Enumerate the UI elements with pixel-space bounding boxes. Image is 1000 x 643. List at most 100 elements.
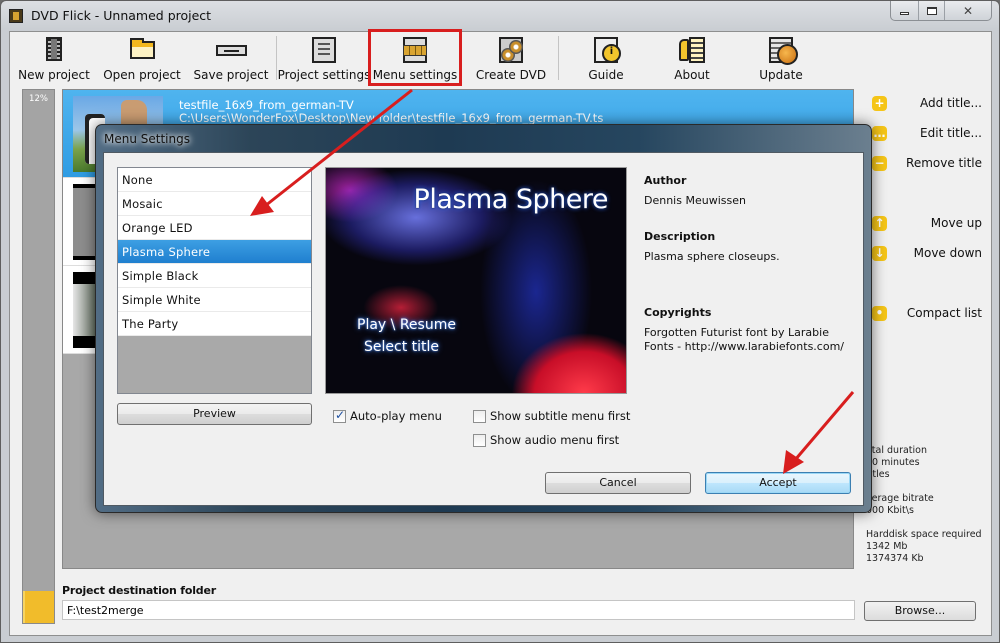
window-title: DVD Flick - Unnamed project (31, 8, 212, 23)
menu-item-simple-black[interactable]: Simple Black (118, 264, 311, 288)
about-icon (679, 37, 705, 63)
minimize-icon (900, 11, 909, 15)
close-icon: ✕ (962, 3, 974, 18)
add-title-button[interactable]: + Add title... (872, 93, 982, 113)
disk-kb: 1374374 Kb (866, 553, 924, 564)
guide-button[interactable]: Guide (580, 32, 632, 86)
menu-item-orange-led[interactable]: Orange LED (118, 216, 311, 240)
guide-label: Guide (588, 68, 624, 82)
progress-label: 12% (29, 94, 48, 104)
title-bar: DVD Flick - Unnamed project ✕ (1, 1, 999, 31)
copyrights-heading: Copyrights (644, 306, 712, 319)
window-controls: ✕ (890, 1, 992, 21)
add-title-label: Add title... (920, 96, 982, 110)
toolbar: New project Open project Save project Pr… (10, 29, 991, 86)
audio-first-checkbox[interactable]: Show audio menu first (473, 433, 619, 447)
new-project-label: New project (18, 68, 90, 82)
project-settings-button[interactable]: Project settings (278, 32, 370, 86)
menu-settings-button[interactable]: Menu settings (373, 32, 457, 86)
edit-icon: … (872, 125, 887, 141)
guide-icon (594, 37, 621, 63)
accept-button[interactable]: Accept (705, 472, 851, 494)
description-heading: Description (644, 230, 716, 243)
cancel-button[interactable]: Cancel (545, 472, 691, 494)
stats-disk: Harddisk space required 1342 Mb 1374374 … (866, 529, 982, 565)
folder-icon (130, 38, 155, 59)
menu-preview-image: Plasma Sphere Play \ Resume Select title (325, 167, 627, 394)
menu-item-none[interactable]: None (118, 168, 311, 192)
save-project-button[interactable]: Save project (193, 32, 269, 86)
destination-label: Project destination folder (62, 584, 216, 597)
author-section: Author Dennis Meuwissen (644, 174, 746, 208)
film-icon (46, 37, 62, 61)
move-down-button[interactable]: ↓ Move down (872, 243, 982, 263)
update-label: Update (759, 68, 803, 82)
maximize-button[interactable] (918, 1, 944, 20)
menu-settings-dialog: Menu Settings None Mosaic Orange LED Pla… (95, 124, 872, 513)
drive-icon (215, 45, 247, 56)
gears-icon (499, 37, 523, 63)
create-dvd-label: Create DVD (475, 68, 547, 82)
app-icon (9, 9, 23, 23)
move-up-button[interactable]: ↑ Move up (872, 213, 982, 233)
duration-label: otal duration (866, 445, 927, 456)
compact-icon: • (872, 305, 887, 321)
arrow-down-icon: ↓ (872, 245, 887, 261)
title-path: C:\Users\WonderFox\Desktop\New folder\te… (179, 111, 604, 125)
bitrate-value: 000 Kbit\s (866, 505, 914, 516)
subtitle-first-label: Show subtitle menu first (490, 409, 631, 423)
maximize-icon (926, 6, 937, 15)
menu-item-the-party[interactable]: The Party (118, 312, 311, 336)
disk-mb: 1342 Mb (866, 541, 908, 552)
autoplay-checkbox[interactable]: Auto-play menu (333, 408, 442, 423)
toolbar-separator (558, 36, 559, 80)
compact-list-button[interactable]: • Compact list (872, 303, 982, 323)
about-label: About (674, 68, 710, 82)
preview-option-select-title: Select title (364, 339, 440, 355)
copyrights-section: Copyrights Forgotten Futurist font by La… (644, 306, 856, 354)
titles-count: titles (866, 469, 890, 480)
preview-menu-title: Plasma Sphere (413, 184, 609, 215)
menu-item-mosaic[interactable]: Mosaic (118, 192, 311, 216)
update-button[interactable]: Update (755, 32, 807, 86)
description-section: Description Plasma sphere closeups. (644, 230, 780, 264)
edit-title-button[interactable]: … Edit title... (872, 123, 982, 143)
open-project-button[interactable]: Open project (103, 32, 181, 86)
update-icon (769, 37, 798, 65)
stats-bitrate: verage bitrate 000 Kbit\s (866, 493, 934, 517)
bitrate-label: verage bitrate (866, 493, 934, 504)
subtitle-first-checkbox[interactable]: Show subtitle menu first (473, 409, 630, 423)
menu-settings-label: Menu settings (372, 68, 458, 82)
browse-button[interactable]: Browse... (864, 601, 976, 621)
destination-folder-input[interactable] (62, 600, 855, 620)
create-dvd-button[interactable]: Create DVD (472, 32, 550, 86)
settings-icon (312, 37, 336, 63)
menu-item-plasma-sphere[interactable]: Plasma Sphere (118, 240, 311, 264)
open-project-label: Open project (103, 68, 181, 82)
duration-value: 00 minutes (866, 457, 920, 468)
preview-button[interactable]: Preview (117, 403, 312, 425)
close-button[interactable]: ✕ (944, 1, 991, 20)
menu-icon (403, 37, 427, 63)
minimize-button[interactable] (891, 1, 918, 20)
move-down-label: Move down (913, 246, 982, 260)
menu-item-simple-white[interactable]: Simple White (118, 288, 311, 312)
remove-title-button[interactable]: − Remove title (872, 153, 982, 173)
title-name: testfile_16x9_from_german-TV (179, 98, 354, 112)
remove-title-label: Remove title (906, 156, 982, 170)
save-project-label: Save project (193, 68, 269, 82)
progress-fill (23, 591, 54, 623)
move-up-label: Move up (930, 216, 982, 230)
menu-list[interactable]: None Mosaic Orange LED Plasma Sphere Sim… (117, 167, 312, 394)
audio-first-label: Show audio menu first (490, 433, 620, 447)
about-button[interactable]: About (666, 32, 718, 86)
stats-duration: otal duration 00 minutes titles (866, 445, 927, 481)
autoplay-label: Auto-play menu (350, 409, 442, 423)
remove-icon: − (872, 155, 887, 171)
checkbox-checked-icon (333, 408, 346, 423)
description-value: Plasma sphere closeups. (644, 250, 780, 263)
progress-bar: 12% (22, 89, 55, 624)
new-project-button[interactable]: New project (18, 32, 90, 86)
project-settings-label: Project settings (277, 68, 371, 82)
compact-list-label: Compact list (906, 306, 982, 320)
